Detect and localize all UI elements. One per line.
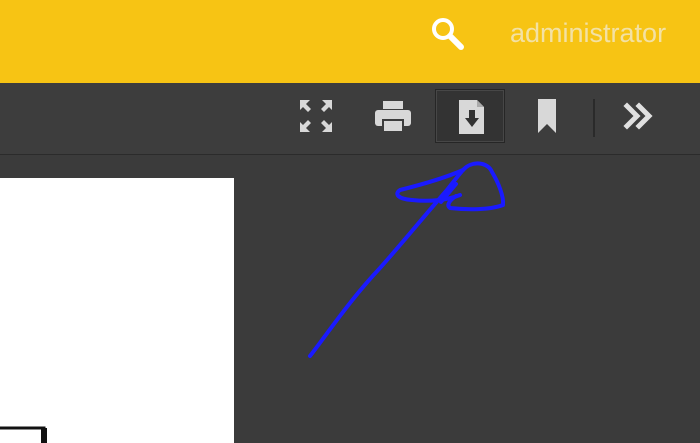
toolbar-separator [593, 99, 595, 137]
print-button[interactable] [358, 89, 428, 143]
document-page [0, 178, 234, 443]
page-content-mark [0, 426, 47, 443]
search-icon[interactable] [428, 14, 468, 54]
more-button[interactable] [605, 89, 675, 143]
expand-icon [300, 100, 332, 132]
bookmark-button[interactable] [512, 89, 582, 143]
download-icon [459, 100, 484, 134]
printer-icon [375, 101, 411, 133]
download-button[interactable] [435, 89, 505, 143]
user-name[interactable]: administrator [510, 16, 666, 50]
app-header: administrator [0, 0, 700, 83]
viewer-toolbar [0, 83, 700, 155]
bookmark-icon [538, 99, 556, 133]
double-chevron-right-icon [623, 102, 653, 130]
fullscreen-button[interactable] [281, 89, 351, 143]
